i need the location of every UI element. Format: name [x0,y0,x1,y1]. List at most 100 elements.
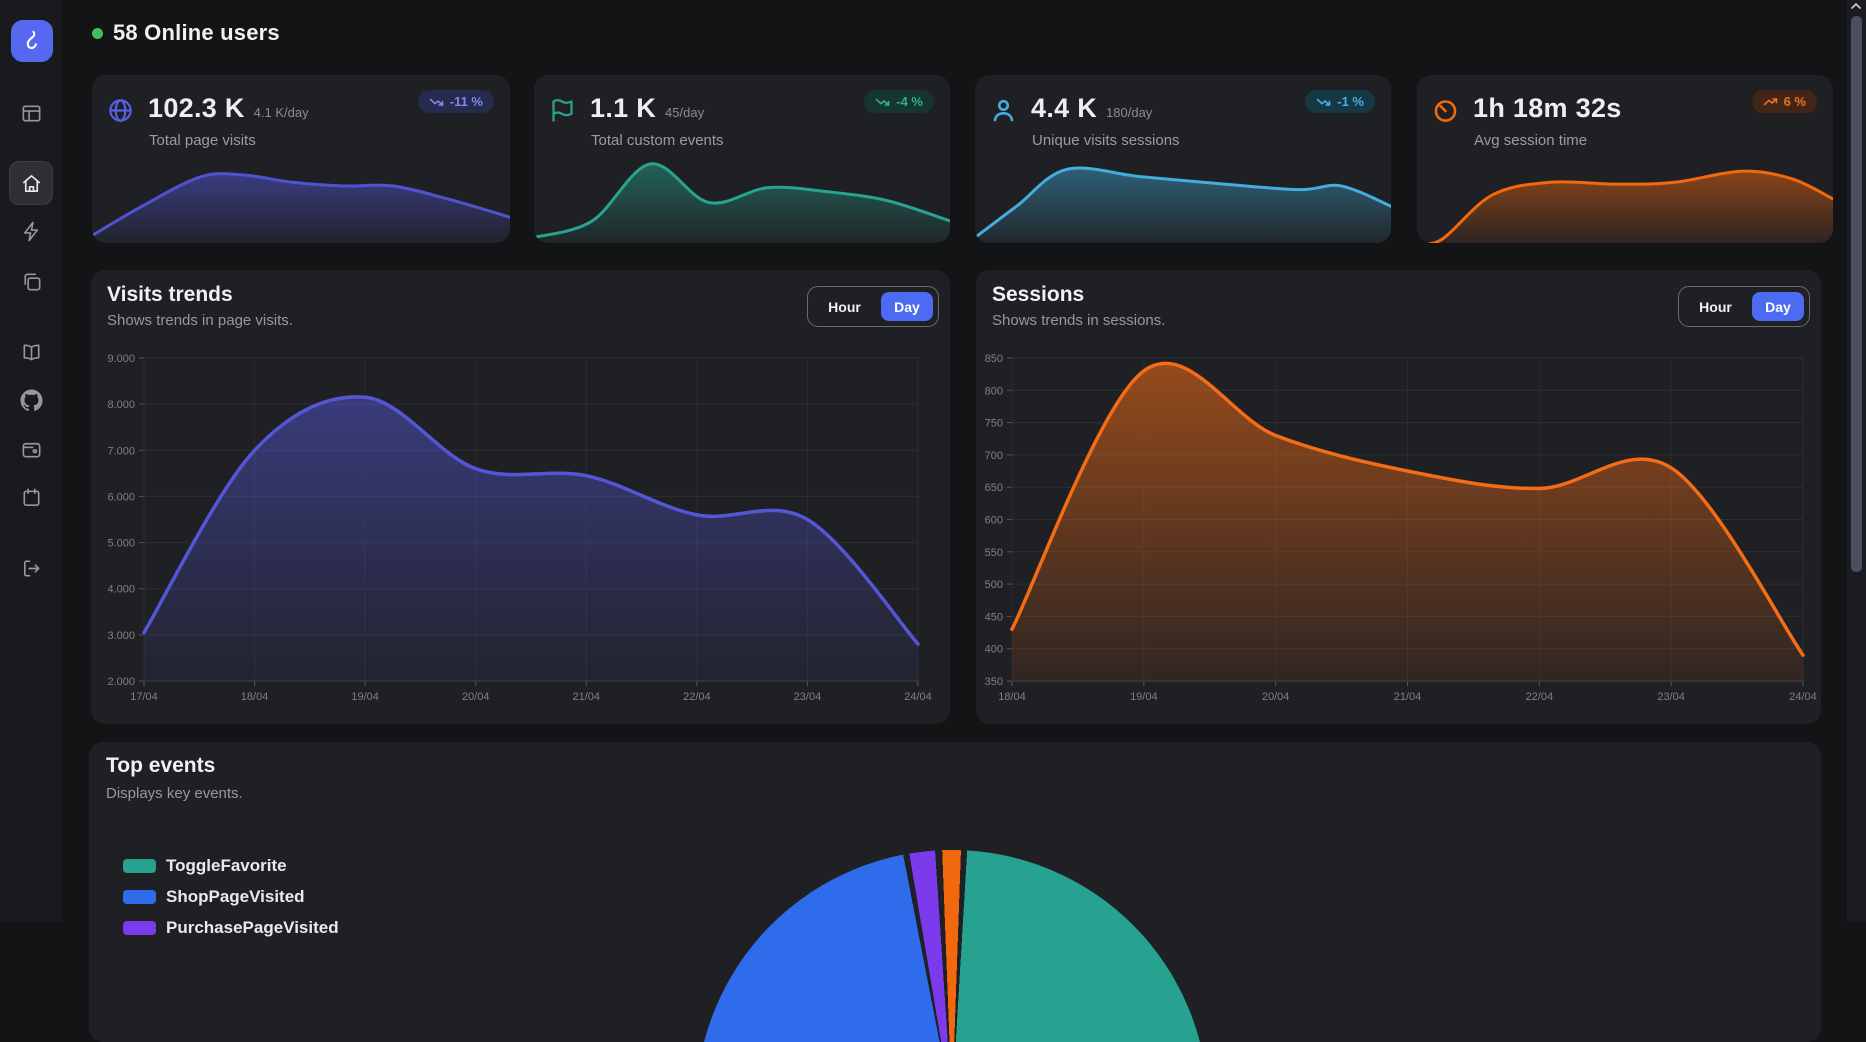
sidebar-item-pages[interactable] [9,259,53,303]
stat-card-page-visits: 102.3 K 4.1 K/day Total page visits -11 … [92,75,510,243]
lightning-bolt-icon [20,220,43,243]
svg-text:20/04: 20/04 [1262,691,1290,703]
svg-text:20/04: 20/04 [462,691,490,703]
online-status-dot [92,28,103,39]
sidebar-item-logout[interactable] [9,546,53,590]
layout-icon [20,102,43,125]
top-events-pie-chart [696,850,1208,1042]
interval-toggle: Hour Day [1678,286,1810,327]
stat-label: Total custom events [591,132,724,149]
legend-item-purchasepagevisited[interactable]: PurchasePageVisited [123,918,339,938]
app-logo[interactable] [11,20,53,62]
chart-title: Top events [106,754,215,778]
trending-up-icon [1763,97,1778,107]
github-icon [20,389,43,412]
sidebar-item-github[interactable] [9,378,53,422]
svg-text:650: 650 [985,482,1003,494]
sparkline-unique-visits [975,151,1391,243]
svg-text:500: 500 [985,579,1003,591]
svg-text:21/04: 21/04 [1394,691,1422,703]
legend-swatch [123,859,156,873]
svg-text:800: 800 [985,385,1003,397]
chart-subtitle: Shows trends in sessions. [992,312,1165,329]
trending-down-icon [1316,97,1331,107]
stat-value: 102.3 K [148,93,245,124]
stat-card-unique-visits: 4.4 K 180/day Unique visits sessions -1 … [975,75,1391,243]
sidebar-item-dashboard[interactable] [9,91,53,135]
sessions-chart: 85080075070065060055050045040035018/0419… [976,354,1821,718]
calendar-icon [20,486,43,509]
globe-icon [107,97,134,124]
trend-badge: 6 % [1752,90,1817,113]
stat-rate: 4.1 K/day [254,105,309,120]
svg-text:400: 400 [985,644,1003,656]
sidebar-item-wallet[interactable] [9,427,53,471]
svg-text:750: 750 [985,418,1003,430]
sessions-card: Sessions Shows trends in sessions. Hour … [976,270,1821,724]
sparkline-custom-events [534,151,950,243]
visits-trends-chart: 9.0008.0007.0006.0005.0004.0003.0002.000… [91,354,950,718]
svg-text:4.000: 4.000 [107,584,135,596]
svg-text:3.000: 3.000 [107,630,135,642]
stat-label: Unique visits sessions [1032,132,1180,149]
chart-subtitle: Displays key events. [106,785,243,802]
svg-text:550: 550 [985,547,1003,559]
sidebar-item-home[interactable] [9,161,53,205]
toggle-hour-button[interactable]: Hour [808,299,881,315]
flag-icon [549,97,576,124]
toggle-day-button[interactable]: Day [881,292,933,321]
interval-toggle: Hour Day [807,286,939,327]
stat-rate: 180/day [1106,105,1152,120]
visits-trends-card: Visits trends Shows trends in page visit… [91,270,950,724]
logo-wave-icon [19,28,45,54]
sparkline-page-visits [92,151,510,243]
scrollbar-up-arrow-icon[interactable] [1850,2,1862,10]
scrollbar-thumb[interactable] [1851,16,1862,572]
svg-text:850: 850 [985,354,1003,365]
svg-text:6.000: 6.000 [107,491,135,503]
stat-label: Total page visits [149,132,256,149]
svg-text:22/04: 22/04 [1526,691,1554,703]
legend-item-shoppagevisited[interactable]: ShopPageVisited [123,887,339,907]
svg-text:8.000: 8.000 [107,399,135,411]
svg-text:18/04: 18/04 [241,691,269,703]
timer-icon [1432,97,1459,124]
svg-text:2.000: 2.000 [107,676,135,688]
svg-text:19/04: 19/04 [351,691,379,703]
user-icon [990,97,1017,124]
svg-text:23/04: 23/04 [794,691,822,703]
sparkline-session-time [1417,151,1833,243]
toggle-day-button[interactable]: Day [1752,292,1804,321]
stat-label: Avg session time [1474,132,1587,149]
svg-text:18/04: 18/04 [998,691,1026,703]
trending-down-icon [875,97,890,107]
logout-icon [20,557,43,580]
svg-text:350: 350 [985,676,1003,688]
chart-subtitle: Shows trends in page visits. [107,312,293,329]
trend-badge: -11 % [418,90,494,113]
svg-text:450: 450 [985,611,1003,623]
stat-card-session-time: 1h 18m 32s Avg session time 6 % [1417,75,1833,243]
scrollbar[interactable] [1847,0,1866,922]
trending-down-icon [429,97,444,107]
trend-badge: -4 % [864,90,934,113]
svg-text:17/04: 17/04 [130,691,158,703]
book-icon [20,341,43,364]
svg-text:9.000: 9.000 [107,354,135,365]
top-events-card: Top events Displays key events. ToggleFa… [89,742,1821,1042]
toggle-hour-button[interactable]: Hour [1679,299,1752,315]
sidebar-item-docs[interactable] [9,330,53,374]
online-users-header: 58 Online users [92,20,280,46]
svg-text:23/04: 23/04 [1657,691,1685,703]
legend-item-togglefavorite[interactable]: ToggleFavorite [123,856,339,876]
stat-card-custom-events: 1.1 K 45/day Total custom events -4 % [534,75,950,243]
svg-text:24/04: 24/04 [1789,691,1817,703]
stat-value: 4.4 K [1031,93,1097,124]
page-title: 58 Online users [113,20,280,46]
sidebar-item-calendar[interactable] [9,475,53,519]
chart-title: Sessions [992,283,1084,307]
wallet-icon [20,438,43,461]
svg-text:7.000: 7.000 [107,445,135,457]
svg-text:600: 600 [985,515,1003,527]
sidebar-item-events[interactable] [9,209,53,253]
